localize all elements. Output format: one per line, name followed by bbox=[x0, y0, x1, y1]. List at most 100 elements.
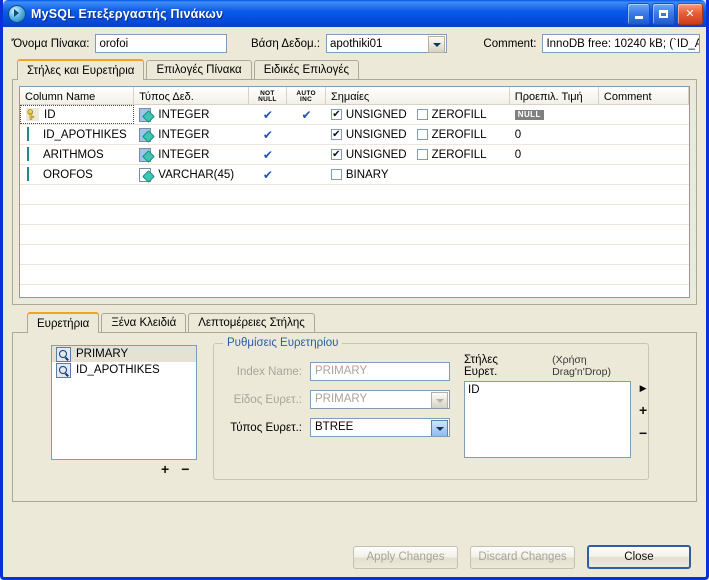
cell-not-null[interactable]: ✔ bbox=[249, 125, 288, 144]
tab-table-options[interactable]: Επιλογές Πίνακα bbox=[146, 60, 252, 79]
cell-datatype[interactable]: INTEGER bbox=[134, 125, 248, 144]
cell-default-value[interactable]: NULL bbox=[510, 105, 599, 124]
table-row-empty[interactable] bbox=[20, 225, 689, 245]
close-window-button[interactable]: ✕ bbox=[677, 3, 703, 25]
move-column-button[interactable]: ▶ bbox=[640, 383, 647, 394]
index-type-select[interactable]: BTREE bbox=[310, 418, 450, 437]
tab-indices[interactable]: Ευρετήρια bbox=[27, 312, 100, 333]
unsigned-checkbox[interactable]: ✔ bbox=[330, 149, 342, 160]
cell-flags[interactable]: ✔ UNSIGNED ZEROFILL bbox=[326, 125, 510, 144]
cell-auto-inc[interactable] bbox=[287, 165, 326, 184]
zerofill-checkbox[interactable] bbox=[416, 109, 428, 120]
cell-flags[interactable]: ✔ UNSIGNED ZEROFILL bbox=[326, 145, 510, 164]
schema-select-value: apothiki01 bbox=[330, 37, 383, 50]
flag-unsigned[interactable]: ✔ UNSIGNED bbox=[330, 109, 407, 121]
zerofill-checkbox[interactable] bbox=[416, 129, 428, 140]
table-comment-input[interactable]: InnoDB free: 10240 kB; (`ID_AP bbox=[542, 34, 700, 53]
cell-comment[interactable] bbox=[599, 145, 689, 164]
index-columns-list[interactable]: ID bbox=[464, 381, 631, 458]
unsigned-checkbox[interactable]: ✔ bbox=[330, 109, 342, 120]
maximize-button[interactable] bbox=[652, 3, 675, 25]
list-item[interactable]: ID bbox=[465, 382, 630, 398]
header-auto-inc[interactable]: AUTO INC bbox=[287, 87, 326, 104]
tab-advanced-options-label: Ειδικές Επιλογές bbox=[263, 64, 350, 76]
remove-index-column-button[interactable]: − bbox=[639, 426, 647, 440]
index-kind-label: Είδος Ευρετ.: bbox=[233, 393, 302, 406]
cell-column-name[interactable]: ID bbox=[20, 105, 135, 124]
flag-zerofill[interactable]: ZEROFILL bbox=[416, 129, 487, 141]
index-columns-buttons: ▶ + − bbox=[639, 381, 647, 440]
list-item[interactable]: PRIMARY bbox=[52, 346, 196, 362]
cell-column-name[interactable]: ID_APOTHIKES bbox=[20, 125, 134, 144]
add-index-button[interactable]: + bbox=[161, 462, 169, 476]
header-datatype[interactable]: Τύπος Δεδ. bbox=[134, 87, 249, 104]
table-row[interactable]: ID INTEGER ✔ ✔ ✔ UNSIGNED ZEROFILL NULL bbox=[20, 105, 689, 125]
add-index-column-button[interactable]: + bbox=[639, 403, 647, 417]
footer-buttons: Apply Changes Discard Changes Close bbox=[3, 545, 706, 569]
unsigned-checkbox[interactable]: ✔ bbox=[330, 129, 342, 140]
cell-auto-inc[interactable]: ✔ bbox=[287, 105, 326, 124]
tab-columns-and-indices[interactable]: Στήλες και Ευρετήρια bbox=[17, 59, 145, 80]
table-row-empty[interactable] bbox=[20, 265, 689, 285]
cell-auto-inc[interactable] bbox=[287, 145, 326, 164]
flag-unsigned[interactable]: ✔ UNSIGNED bbox=[330, 149, 407, 161]
cell-datatype[interactable]: INTEGER bbox=[134, 145, 248, 164]
header-default-value[interactable]: Προεπιλ. Τιμή bbox=[510, 87, 599, 104]
index-type-value: BTREE bbox=[315, 421, 354, 433]
minimize-button[interactable] bbox=[627, 3, 650, 25]
window-title: MySQL Επεξεργαστής Πινάκων bbox=[31, 6, 224, 21]
tab-advanced-options[interactable]: Ειδικές Επιλογές bbox=[253, 60, 360, 79]
close-button[interactable]: Close bbox=[587, 545, 691, 569]
table-row-empty[interactable] bbox=[20, 205, 689, 225]
cell-column-name[interactable]: OROFOS bbox=[20, 165, 134, 184]
cell-comment[interactable] bbox=[599, 105, 689, 124]
checkmark-icon: ✔ bbox=[262, 107, 273, 122]
zerofill-checkbox[interactable] bbox=[416, 149, 428, 160]
cell-datatype[interactable]: INTEGER bbox=[134, 105, 248, 124]
checkmark-icon: ✔ bbox=[301, 107, 312, 122]
flag-binary[interactable]: BINARY bbox=[330, 169, 388, 181]
table-row[interactable]: ID_APOTHIKES INTEGER ✔ ✔ UNSIGNED ZEROFI… bbox=[20, 125, 689, 145]
index-type-dropdown-button[interactable] bbox=[431, 420, 448, 436]
binary-checkbox[interactable] bbox=[330, 169, 342, 180]
table-row-empty[interactable] bbox=[20, 245, 689, 265]
remove-index-button[interactable]: − bbox=[181, 462, 189, 476]
header-flags[interactable]: Σημαίες bbox=[326, 87, 510, 104]
cell-comment[interactable] bbox=[599, 165, 689, 184]
column-icon bbox=[25, 167, 38, 181]
cell-default-value[interactable] bbox=[510, 165, 599, 184]
cell-flags[interactable]: BINARY bbox=[326, 165, 510, 184]
cell-not-null[interactable]: ✔ bbox=[249, 105, 288, 124]
schema-select[interactable]: apothiki01 bbox=[326, 34, 448, 53]
index-columns-hint: (Χρήση Drag'n'Drop) bbox=[552, 354, 611, 378]
header-comment[interactable]: Comment bbox=[599, 87, 689, 104]
table-row-empty[interactable] bbox=[20, 185, 689, 205]
header-not-null[interactable]: NOT NULL bbox=[249, 87, 288, 104]
index-list[interactable]: PRIMARY ID_APOTHIKES bbox=[51, 345, 197, 460]
minimize-icon bbox=[634, 16, 643, 19]
cell-not-null[interactable]: ✔ bbox=[249, 165, 288, 184]
tab-column-details[interactable]: Λεπτομέρειες Στήλης bbox=[188, 313, 315, 332]
flag-unsigned[interactable]: ✔ UNSIGNED bbox=[330, 129, 407, 141]
null-badge: NULL bbox=[514, 109, 544, 120]
table-name-input[interactable]: orofoi bbox=[95, 34, 228, 53]
tab-foreign-keys[interactable]: Ξένα Κλειδιά bbox=[101, 313, 187, 332]
cell-not-null[interactable]: ✔ bbox=[249, 145, 288, 164]
cell-auto-inc[interactable] bbox=[287, 125, 326, 144]
cell-flags[interactable]: ✔ UNSIGNED ZEROFILL bbox=[326, 105, 510, 124]
list-item[interactable]: ID_APOTHIKES bbox=[52, 362, 196, 378]
chevron-down-icon bbox=[432, 42, 441, 47]
header-column-name[interactable]: Column Name bbox=[20, 87, 135, 104]
cell-default-value[interactable]: 0 bbox=[510, 125, 599, 144]
columns-grid[interactable]: Column Name Τύπος Δεδ. NOT NULL AUTO INC… bbox=[19, 86, 690, 298]
cell-datatype[interactable]: VARCHAR(45) bbox=[134, 165, 248, 184]
table-row[interactable]: OROFOS VARCHAR(45) ✔ BINARY bbox=[20, 165, 689, 185]
schema-dropdown-button[interactable] bbox=[428, 36, 446, 53]
cell-comment[interactable] bbox=[599, 125, 689, 144]
table-row[interactable]: ARITHMOS INTEGER ✔ ✔ UNSIGNED ZEROFILL 0 bbox=[20, 145, 689, 165]
cell-column-name[interactable]: ARITHMOS bbox=[20, 145, 134, 164]
flag-zerofill[interactable]: ZEROFILL bbox=[416, 109, 487, 121]
apply-changes-button: Apply Changes bbox=[353, 545, 458, 569]
cell-default-value[interactable]: 0 bbox=[510, 145, 599, 164]
flag-zerofill[interactable]: ZEROFILL bbox=[416, 149, 487, 161]
